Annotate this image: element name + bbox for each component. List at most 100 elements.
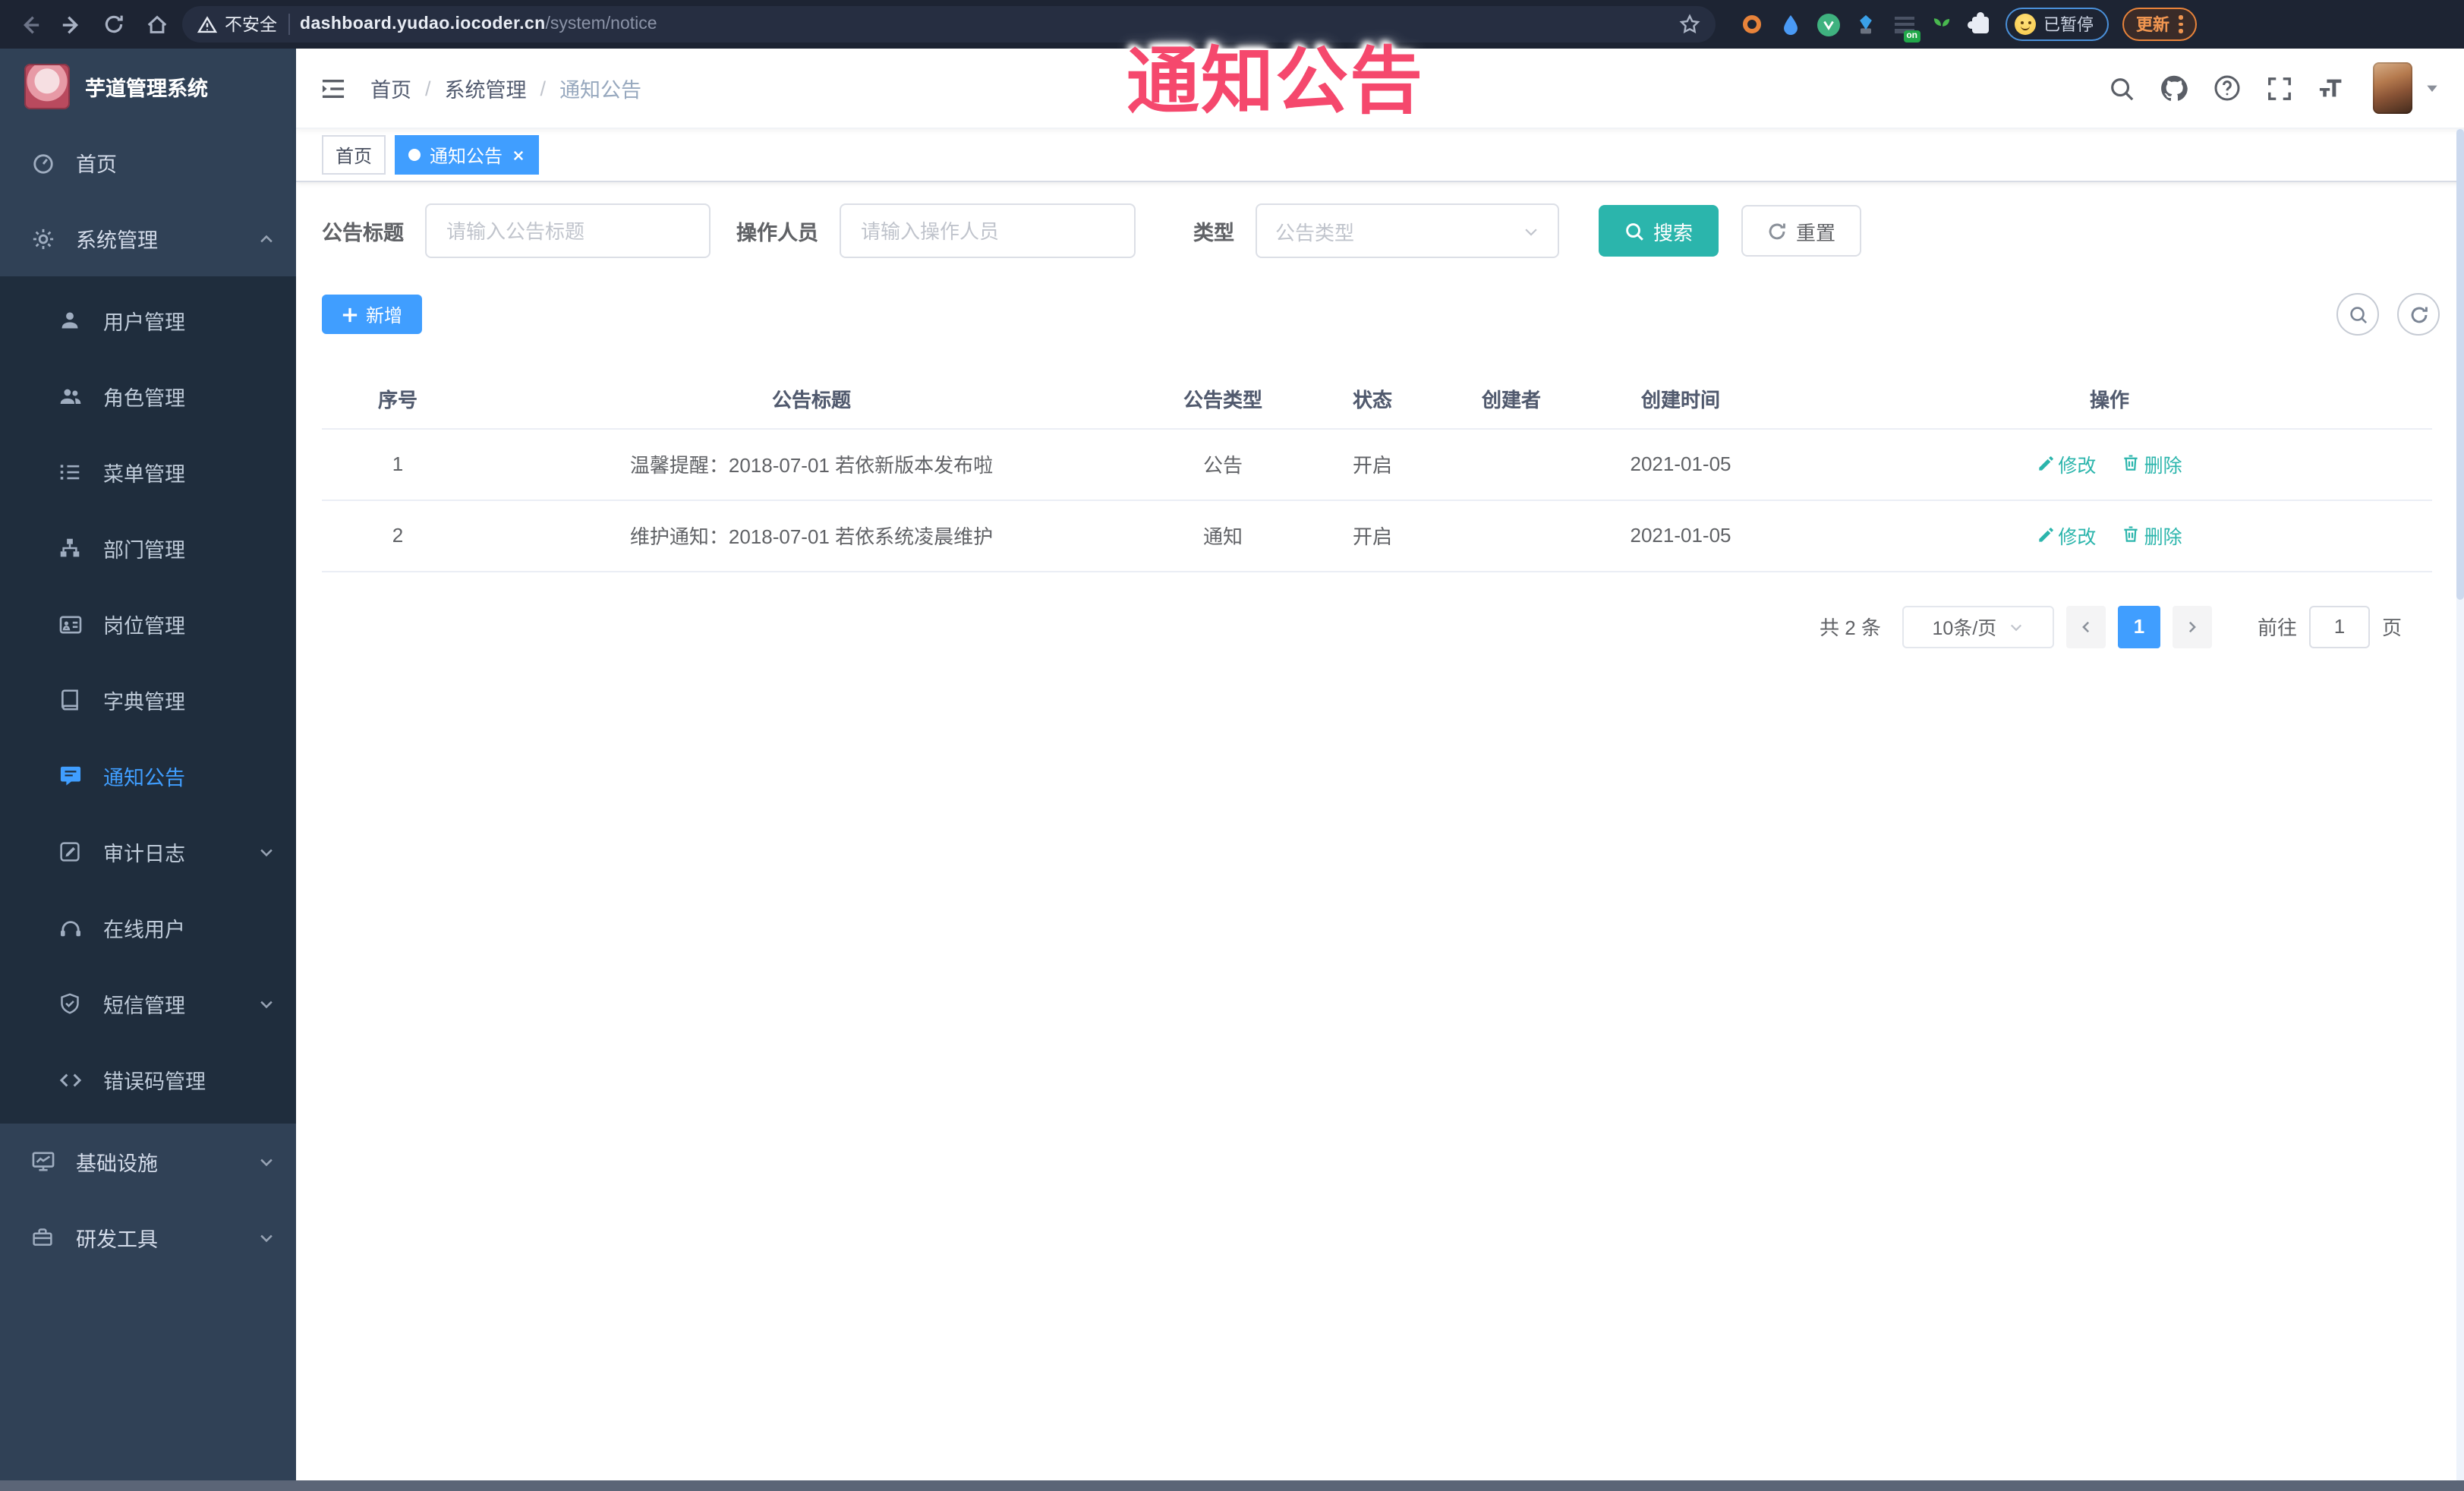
refresh-icon <box>2410 306 2427 323</box>
search-icon[interactable] <box>2109 75 2135 101</box>
col-create-time: 创建时间 <box>1574 369 1787 429</box>
goto-page: 前往 页 <box>2258 605 2402 648</box>
sidebar-item-error-code[interactable]: 错误码管理 <box>0 1042 296 1117</box>
extension-paused-pill[interactable]: 已暂停 <box>2006 8 2109 41</box>
sidebar-item-menus[interactable]: 菜单管理 <box>0 434 296 510</box>
dashboard-icon <box>30 150 55 175</box>
url-path: /system/notice <box>545 15 657 33</box>
sidebar-item-roles[interactable]: 角色管理 <box>0 358 296 434</box>
sidebar-item-label: 用户管理 <box>103 311 185 334</box>
sidebar-item-label: 首页 <box>76 153 117 176</box>
extension-drop-icon[interactable] <box>1778 12 1802 36</box>
sidebar-item-posts[interactable]: 岗位管理 <box>0 586 296 662</box>
reload-icon[interactable] <box>97 8 131 41</box>
table-toolbar: 新增 <box>322 293 2440 336</box>
hamburger-icon[interactable] <box>320 77 346 99</box>
tag-notice[interactable]: 通知公告 <box>395 135 540 175</box>
browser-menu-icon[interactable] <box>2179 15 2182 33</box>
edit-link[interactable]: 修改 <box>2037 450 2096 479</box>
cell-no: 2 <box>322 500 474 572</box>
extension-ring-icon[interactable] <box>1740 12 1764 36</box>
bookmark-star-icon[interactable] <box>1679 14 1700 35</box>
delete-link[interactable]: 删除 <box>2123 449 2182 478</box>
cell-no: 1 <box>322 428 474 500</box>
prev-page-button[interactable] <box>2065 605 2106 648</box>
breadcrumb-system[interactable]: 系统管理 <box>445 73 527 103</box>
home-icon[interactable] <box>140 8 173 41</box>
cell-operation: 修改 删除 <box>1787 500 2432 572</box>
edit-link[interactable]: 修改 <box>2037 522 2096 550</box>
extension-switch-icon[interactable]: on <box>1892 12 1920 43</box>
delete-link[interactable]: 删除 <box>2123 521 2182 550</box>
fullscreen-icon[interactable] <box>2267 75 2292 101</box>
refresh-table-button[interactable] <box>2397 293 2440 336</box>
sidebar-item-dev-tools[interactable]: 研发工具 <box>0 1199 296 1275</box>
extension-vue-icon[interactable] <box>1816 12 1840 36</box>
page-size-select[interactable]: 10条/页 <box>1902 605 2054 648</box>
security-label: 不安全 <box>225 17 277 35</box>
back-icon[interactable] <box>12 8 46 41</box>
user-menu[interactable] <box>2373 62 2440 114</box>
sidebar-item-label: 审计日志 <box>103 843 185 865</box>
search-icon <box>2349 306 2367 323</box>
sidebar-item-label: 菜单管理 <box>103 463 185 486</box>
chevron-down-icon <box>258 1229 275 1246</box>
title-filter-input[interactable] <box>425 203 711 258</box>
forward-icon[interactable] <box>55 8 88 41</box>
breadcrumb-home[interactable]: 首页 <box>370 73 411 103</box>
sidebar-item-sms[interactable]: 短信管理 <box>0 966 296 1042</box>
browser-update-button[interactable]: 更新 <box>2122 8 2196 41</box>
extension-gem-icon[interactable] <box>1854 12 1878 36</box>
toggle-search-button[interactable] <box>2336 293 2379 336</box>
help-icon[interactable] <box>2214 74 2241 102</box>
security-chip[interactable]: 不安全 <box>197 12 277 36</box>
total-count: 共 2 条 <box>1820 616 1881 639</box>
select-placeholder: 公告类型 <box>1275 221 1355 244</box>
search-button[interactable]: 搜索 <box>1599 205 1719 257</box>
sidebar-item-depts[interactable]: 部门管理 <box>0 510 296 586</box>
font-size-icon[interactable] <box>2318 76 2347 100</box>
reset-button[interactable]: 重置 <box>1741 205 1862 257</box>
page-number-active[interactable]: 1 <box>2117 605 2160 648</box>
goto-page-input[interactable] <box>2308 605 2370 648</box>
pencil-icon <box>2038 456 2053 471</box>
sidebar-item-home[interactable]: 首页 <box>0 125 296 200</box>
cell-title: 温馨提醒：2018-07-01 若依新版本发布啦 <box>474 428 1149 500</box>
sidebar-item-audit-log[interactable]: 审计日志 <box>0 814 296 890</box>
sidebar-item-online-users[interactable]: 在线用户 <box>0 890 296 966</box>
code-icon <box>58 1067 82 1092</box>
add-button[interactable]: 新增 <box>322 295 423 334</box>
toolbox-icon <box>30 1225 55 1250</box>
tags-view: 首页 通知公告 <box>296 129 2464 182</box>
type-filter-select[interactable]: 公告类型 <box>1256 203 1559 258</box>
sidebar-item-system[interactable]: 系统管理 <box>0 200 296 276</box>
next-page-button[interactable] <box>2172 605 2212 648</box>
operator-filter-input[interactable] <box>840 203 1136 258</box>
sidebar-item-label: 字典管理 <box>103 691 185 714</box>
sidebar-item-notice[interactable]: 通知公告 <box>0 738 296 814</box>
sidebar-item-dict[interactable]: 字典管理 <box>0 662 296 738</box>
sidebar-item-label: 短信管理 <box>103 995 185 1017</box>
extension-sprout-icon[interactable] <box>1930 12 1954 36</box>
close-icon[interactable] <box>512 148 525 162</box>
address-bar[interactable]: 不安全 dashboard.yudao.iocoder.cn/system/no… <box>182 6 1716 43</box>
app-logo-row[interactable]: 芋道管理系统 <box>0 49 296 125</box>
top-navbar: 首页 系统管理 通知公告 <box>296 49 2464 129</box>
sidebar-item-label: 通知公告 <box>103 767 185 790</box>
reset-button-label: 重置 <box>1796 221 1836 244</box>
github-icon[interactable] <box>2160 74 2188 102</box>
col-title: 公告标题 <box>474 369 1149 429</box>
paused-label: 已暂停 <box>2043 17 2094 35</box>
scrollbar-thumb[interactable] <box>2456 129 2464 600</box>
breadcrumb: 首页 系统管理 通知公告 <box>370 73 641 103</box>
tag-home[interactable]: 首页 <box>322 135 386 175</box>
url-host: dashboard.yudao.iocoder.cn <box>300 15 546 33</box>
cell-status: 开启 <box>1297 500 1448 572</box>
cell-operation: 修改 删除 <box>1787 428 2432 500</box>
extensions-puzzle-icon[interactable] <box>1967 11 1992 36</box>
scrollbar[interactable] <box>2456 129 2464 1480</box>
delete-label: 删除 <box>2144 455 2182 477</box>
sidebar-item-infra[interactable]: 基础设施 <box>0 1124 296 1199</box>
sidebar-item-users[interactable]: 用户管理 <box>0 282 296 358</box>
chevron-down-icon <box>2009 619 2024 634</box>
